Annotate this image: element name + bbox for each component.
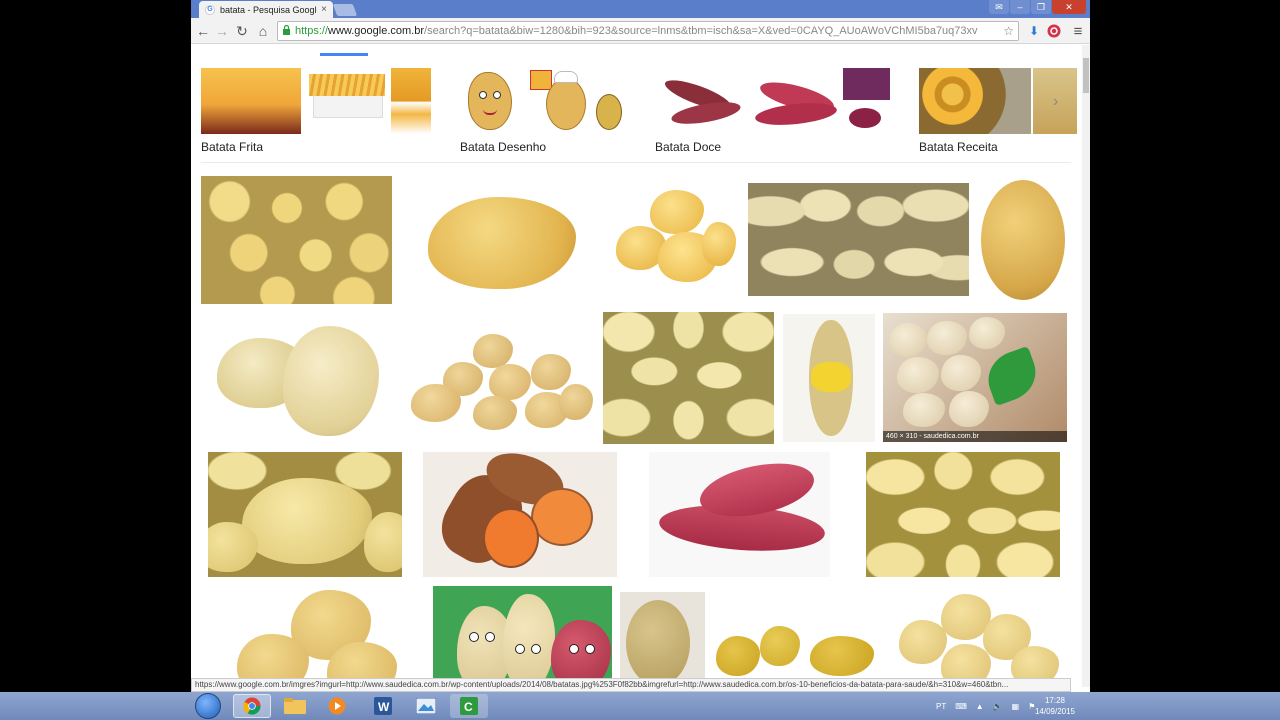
download-icon[interactable]: ⬇ xyxy=(1025,22,1043,40)
related-label: Batata Desenho xyxy=(460,140,547,154)
system-clock[interactable]: 17:28 14/09/2015 xyxy=(1030,695,1080,717)
new-tab-button[interactable] xyxy=(332,4,358,16)
browser-tab[interactable]: G batata - Pesquisa Google × xyxy=(199,1,333,18)
camtasia-icon[interactable]: C xyxy=(450,694,488,718)
network-icon[interactable]: ▦ xyxy=(1012,702,1020,711)
related-search-batata-desenho[interactable]: Batata Desenho xyxy=(460,68,626,154)
potato-result-image[interactable] xyxy=(201,176,392,304)
related-label: Batata Doce xyxy=(655,140,722,154)
related-search-batata-frita[interactable]: Batata Frita xyxy=(201,68,433,154)
fries-bowl-image xyxy=(303,68,389,134)
svg-text:W: W xyxy=(378,700,390,714)
sweet-potato-slice-image xyxy=(843,102,890,134)
clock-time: 17:28 xyxy=(1044,696,1066,705)
title-bar: G batata - Pesquisa Google × ✉ – ❐ ✕ xyxy=(191,0,1090,18)
close-window-button[interactable]: ✕ xyxy=(1052,0,1086,14)
reload-button[interactable]: ↻ xyxy=(233,22,251,40)
windows-start-button[interactable] xyxy=(195,693,221,719)
page-content: Batata Frita Batata Desenho Batata Doce … xyxy=(191,45,1082,687)
minimize-button[interactable]: – xyxy=(1010,0,1030,14)
google-favicon-icon: G xyxy=(205,4,215,15)
potato-result-image[interactable] xyxy=(208,452,402,577)
potato-result-image[interactable] xyxy=(712,586,876,687)
up-arrow-icon[interactable]: ▲ xyxy=(976,702,984,711)
potato-result-image[interactable] xyxy=(423,452,617,577)
word-icon[interactable]: W xyxy=(364,694,402,718)
fries-image xyxy=(201,68,301,134)
scrollbar-thumb[interactable] xyxy=(1083,58,1089,93)
clock-date: 14/09/2015 xyxy=(1034,707,1076,716)
address-bar[interactable]: https:// www.google.com.br /search?q=bat… xyxy=(277,21,1019,41)
purple-sweet-potato-image xyxy=(843,68,890,100)
leaf-image xyxy=(980,345,1044,407)
cartoon-potato-chef-image xyxy=(546,71,586,130)
sweet-potato-slice xyxy=(531,488,593,546)
volume-icon[interactable]: 🔈 xyxy=(993,702,1003,711)
potato-result-image[interactable] xyxy=(433,586,612,687)
chrome-taskbar-icon[interactable] xyxy=(233,694,271,718)
fries-small-image xyxy=(391,68,431,134)
sweet-potato-image xyxy=(662,74,743,128)
svg-text:C: C xyxy=(464,700,473,714)
tab-title: batata - Pesquisa Google xyxy=(220,4,318,15)
windows-taskbar: W C PT ⌨ ▲ 🔈 ▦ ⚑ 17:28 14/09/2015 xyxy=(0,692,1280,720)
image-caption: 460 × 310 - saudedica.com.br xyxy=(883,431,1067,442)
cartoon-potato-small-image xyxy=(596,94,622,130)
media-player-icon[interactable] xyxy=(318,694,356,718)
url-host: www.google.com.br xyxy=(328,25,425,37)
potato-result-image[interactable] xyxy=(866,452,1060,577)
url-scheme: https:// xyxy=(295,25,329,37)
images-tab-indicator xyxy=(320,53,368,56)
maximize-button[interactable]: ❐ xyxy=(1031,0,1051,14)
bookmark-star-icon[interactable]: ☆ xyxy=(1003,24,1014,38)
potato-result-image[interactable] xyxy=(403,314,595,442)
lock-icon xyxy=(282,24,291,38)
chevron-right-icon[interactable]: › xyxy=(1053,93,1058,111)
section-divider xyxy=(201,162,1071,163)
potato-result-image[interactable] xyxy=(400,181,605,299)
keyboard-icon[interactable]: ⌨ xyxy=(955,702,967,711)
potato-result-image[interactable] xyxy=(649,452,830,577)
potato-result-image[interactable] xyxy=(883,586,1067,687)
potato-result-image[interactable] xyxy=(612,176,739,304)
potato-result-image[interactable]: 460 × 310 - saudedica.com.br xyxy=(883,313,1067,442)
browser-toolbar: ← → ↻ ⌂ https:// www.google.com.br /sear… xyxy=(191,18,1090,44)
potato-result-image[interactable] xyxy=(620,592,705,687)
related-search-batata-doce[interactable]: Batata Doce xyxy=(655,68,890,154)
image-viewer-icon[interactable] xyxy=(407,694,445,718)
desktop-screen: G batata - Pesquisa Google × ✉ – ❐ ✕ ← →… xyxy=(0,0,1280,720)
related-label: Batata Frita xyxy=(201,140,264,154)
potato-result-image[interactable] xyxy=(603,312,774,444)
sweet-potato-red-image xyxy=(754,76,839,130)
system-tray: PT ⌨ ▲ 🔈 ▦ ⚑ xyxy=(936,692,1035,720)
page-scrollbar[interactable] xyxy=(1082,45,1090,687)
explorer-folder-icon[interactable] xyxy=(276,694,314,718)
url-path: /search?q=batata&biw=1280&bih=923&source… xyxy=(424,25,978,37)
chrome-window: G batata - Pesquisa Google × ✉ – ❐ ✕ ← →… xyxy=(191,0,1090,692)
tab-close-icon[interactable]: × xyxy=(321,4,327,15)
related-label: Batata Receita xyxy=(919,140,998,154)
related-search-batata-receita[interactable]: Batata Receita xyxy=(919,68,1077,154)
potato-result-image[interactable] xyxy=(201,314,395,442)
back-button[interactable]: ← xyxy=(194,22,212,40)
potato-result-image[interactable] xyxy=(783,314,875,442)
language-indicator[interactable]: PT xyxy=(936,702,946,711)
forward-button[interactable]: → xyxy=(213,22,231,40)
chrome-menu-icon[interactable]: ≡ xyxy=(1069,22,1087,40)
extension-icon[interactable] xyxy=(1045,22,1063,40)
potato-result-image[interactable] xyxy=(201,590,426,687)
potato-result-image[interactable] xyxy=(748,183,969,296)
cartoon-potato-image xyxy=(468,72,512,130)
roasted-potato-image xyxy=(919,68,1031,134)
profile-icon[interactable]: ✉ xyxy=(989,0,1009,14)
status-bar-url: https://www.google.com.br/imgres?imgurl=… xyxy=(191,678,1071,692)
potato-result-image[interactable] xyxy=(977,176,1068,304)
window-controls: ✉ – ❐ ✕ xyxy=(989,0,1086,14)
home-button[interactable]: ⌂ xyxy=(254,22,272,40)
